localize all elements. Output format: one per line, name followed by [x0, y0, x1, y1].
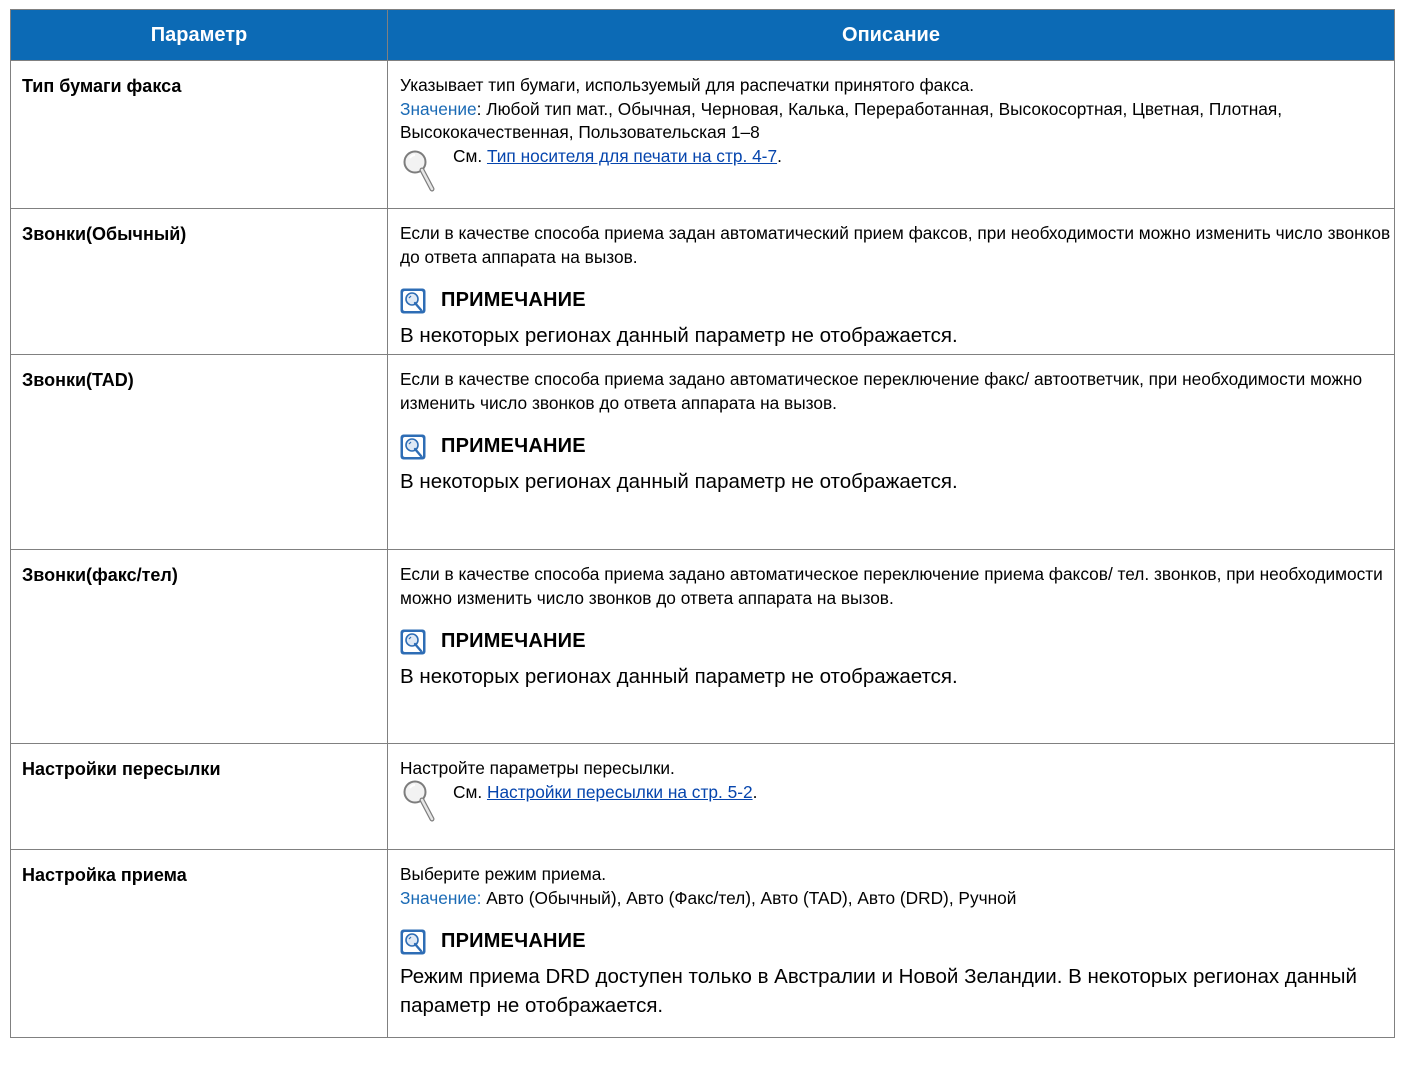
value-label: Значение:	[400, 887, 482, 908]
note-block: ПРИМЕЧАНИЕ В некоторых регионах данный п…	[400, 286, 1394, 350]
note-text: В некоторых регионах данный параметр не …	[400, 324, 958, 347]
param-description: Указывает тип бумаги, используемый для р…	[387, 60, 1395, 209]
param-name: Звонки(Обычный)	[10, 208, 388, 355]
value-line: Значение: Любой тип мат., Обычная, Черно…	[400, 98, 1394, 145]
see-link[interactable]: Тип носителя для печати на стр. 4-7	[487, 146, 777, 166]
magnifier-icon	[403, 780, 435, 821]
value-text: Авто (Обычный), Авто (Факс/тел), Авто (T…	[481, 887, 1017, 908]
note-title: ПРИМЕЧАНИЕ	[441, 630, 586, 653]
header-param: Параметр	[10, 9, 388, 61]
param-description: Если в качестве способа приема задан авт…	[387, 208, 1395, 355]
table-row: Звонки(факс/тел) Если в качестве способа…	[10, 549, 1395, 744]
see-prefix: См.	[453, 145, 487, 166]
param-name: Тип бумаги факса	[10, 60, 388, 209]
value-text: : Любой тип мат., Обычная, Черновая, Кал…	[400, 98, 1283, 143]
note-lightbulb-icon	[400, 288, 426, 314]
note-text: Режим приема DRD доступен только в Австр…	[400, 965, 1357, 1017]
table-row: Настройка приема Выберите режим приема. …	[10, 849, 1395, 1038]
note-title: ПРИМЕЧАНИЕ	[441, 289, 586, 312]
see-reference: См. Тип носителя для печати на стр. 4-7.	[400, 145, 1394, 195]
param-description: Если в качестве способа приема задано ав…	[387, 354, 1395, 550]
description-text: Если в качестве способа приема задано ав…	[400, 564, 1383, 608]
description-text: Если в качестве способа приема задано ав…	[400, 369, 1363, 413]
description-text: Если в качестве способа приема задан авт…	[400, 223, 1391, 267]
note-block: ПРИМЕЧАНИЕ В некоторых регионах данный п…	[400, 627, 1394, 691]
param-name: Звонки(TAD)	[10, 354, 388, 550]
param-description: Выберите режим приема. Значение: Авто (О…	[387, 849, 1395, 1038]
param-description: Если в качестве способа приема задано ав…	[387, 549, 1395, 744]
table-row: Звонки(TAD) Если в качестве способа прие…	[10, 354, 1395, 550]
note-lightbulb-icon	[400, 434, 426, 460]
description-text: Выберите режим приема.	[400, 864, 607, 884]
see-reference: См. Настройки пересылки на стр. 5-2.	[400, 780, 1394, 831]
description-text: Указывает тип бумаги, используемый для р…	[400, 75, 975, 95]
note-lightbulb-icon	[400, 929, 426, 955]
magnifier-icon	[403, 150, 435, 191]
value-label: Значение	[400, 98, 477, 119]
value-line: Значение: Авто (Обычный), Авто (Факс/тел…	[400, 887, 1394, 911]
see-prefix: См.	[453, 781, 487, 802]
note-block: ПРИМЕЧАНИЕ В некоторых регионах данный п…	[400, 432, 1394, 496]
note-text: В некоторых регионах данный параметр не …	[400, 470, 958, 493]
note-title: ПРИМЕЧАНИЕ	[441, 930, 586, 953]
note-title: ПРИМЕЧАНИЕ	[441, 435, 586, 458]
note-lightbulb-icon	[400, 629, 426, 655]
note-text: В некоторых регионах данный параметр не …	[400, 665, 958, 688]
note-block: ПРИМЕЧАНИЕ Режим приема DRD доступен тол…	[400, 927, 1394, 1020]
table-header-row: Параметр Описание	[10, 9, 1395, 61]
see-suffix: .	[752, 781, 758, 802]
param-name: Звонки(факс/тел)	[10, 549, 388, 744]
param-description: Настройте параметры пересылки. См. Настр…	[387, 743, 1395, 850]
description-text: Настройте параметры пересылки.	[400, 758, 675, 778]
param-name: Настройка приема	[10, 849, 388, 1038]
table-row: Тип бумаги факса Указывает тип бумаги, и…	[10, 60, 1395, 209]
param-name: Настройки пересылки	[10, 743, 388, 850]
settings-table: Параметр Описание Тип бумаги факса Указы…	[10, 9, 1395, 1038]
see-link[interactable]: Настройки пересылки на стр. 5-2	[487, 782, 753, 802]
table-row: Звонки(Обычный) Если в качестве способа …	[10, 208, 1395, 355]
see-suffix: .	[777, 145, 782, 166]
header-desc: Описание	[387, 9, 1395, 61]
table-row: Настройки пересылки Настройте параметры …	[10, 743, 1395, 850]
